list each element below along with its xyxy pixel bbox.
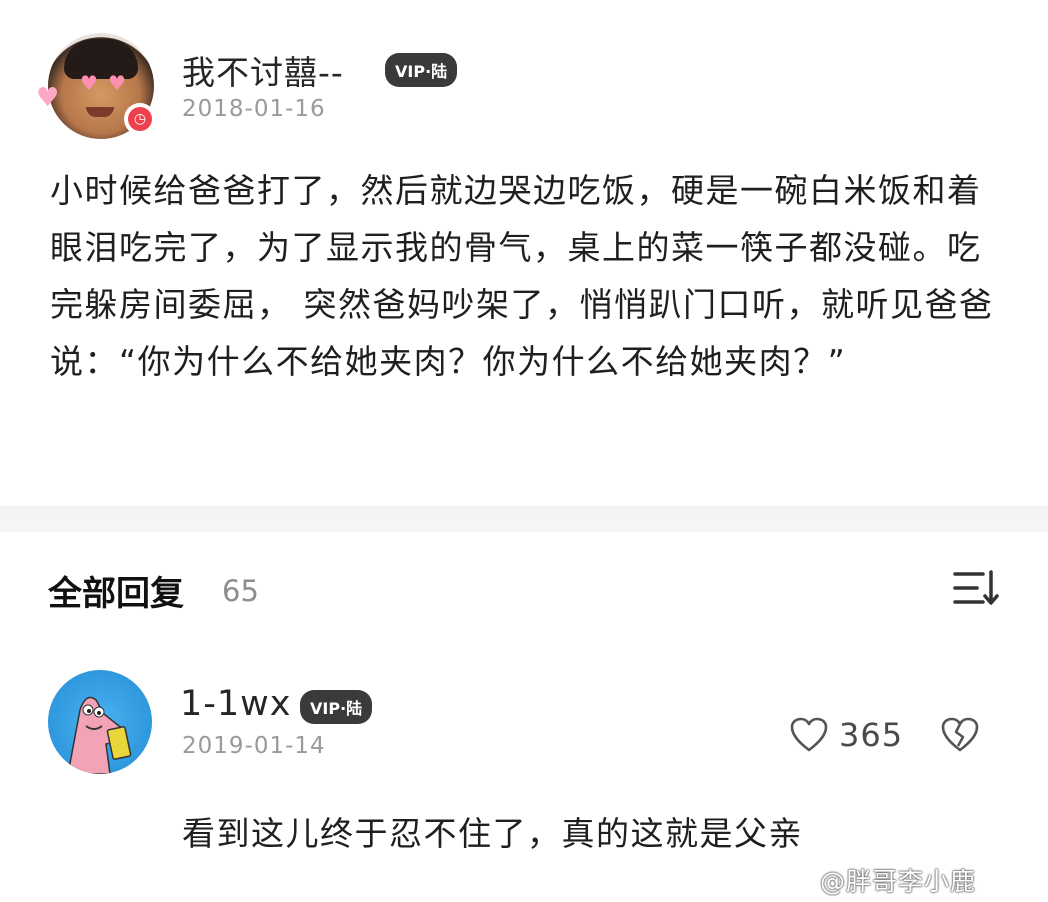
commenter-username[interactable]: 1-1wx [180, 684, 292, 724]
post-username[interactable]: 我不讨囍-- [182, 46, 344, 94]
post-content: 小时候给爸爸打了，然后就边哭边吃饭，硬是一碗白米饭和着眼泪吃完了，为了显示我的骨… [50, 171, 994, 381]
heart-sticker-icon: ♥ [80, 71, 98, 95]
like-heart-icon[interactable] [789, 716, 829, 754]
comment-date: 2019-01-14 [182, 733, 326, 759]
starfish-avatar-icon [67, 696, 132, 774]
weibo-logo-icon [826, 866, 856, 892]
avatar-mouth [86, 107, 114, 117]
comment-content: 看到这儿终于忍不住了，真的这就是父亲 [182, 814, 803, 853]
dislike-broken-heart-icon[interactable] [940, 716, 980, 754]
all-replies-title: 全部回复 [48, 574, 184, 614]
like-count: 365 [839, 716, 904, 754]
avatar-hair [64, 39, 138, 79]
replies-count: 65 [222, 574, 259, 608]
commenter-avatar[interactable] [48, 670, 152, 774]
heart-sticker-icon: ♥ [108, 71, 126, 95]
heart-sticker-icon: ♥ [36, 83, 60, 113]
vip-level-badge: VIP·陆 [385, 53, 458, 87]
sort-icon[interactable] [953, 566, 999, 610]
vip-level-badge: VIP·陆 [300, 690, 373, 724]
post-date: 2018-01-16 [182, 96, 326, 122]
poster-avatar[interactable]: ♥ ♥ ♥ ◷ [36, 33, 156, 139]
section-divider [0, 506, 1048, 532]
verified-badge-icon: ◷ [124, 103, 156, 135]
